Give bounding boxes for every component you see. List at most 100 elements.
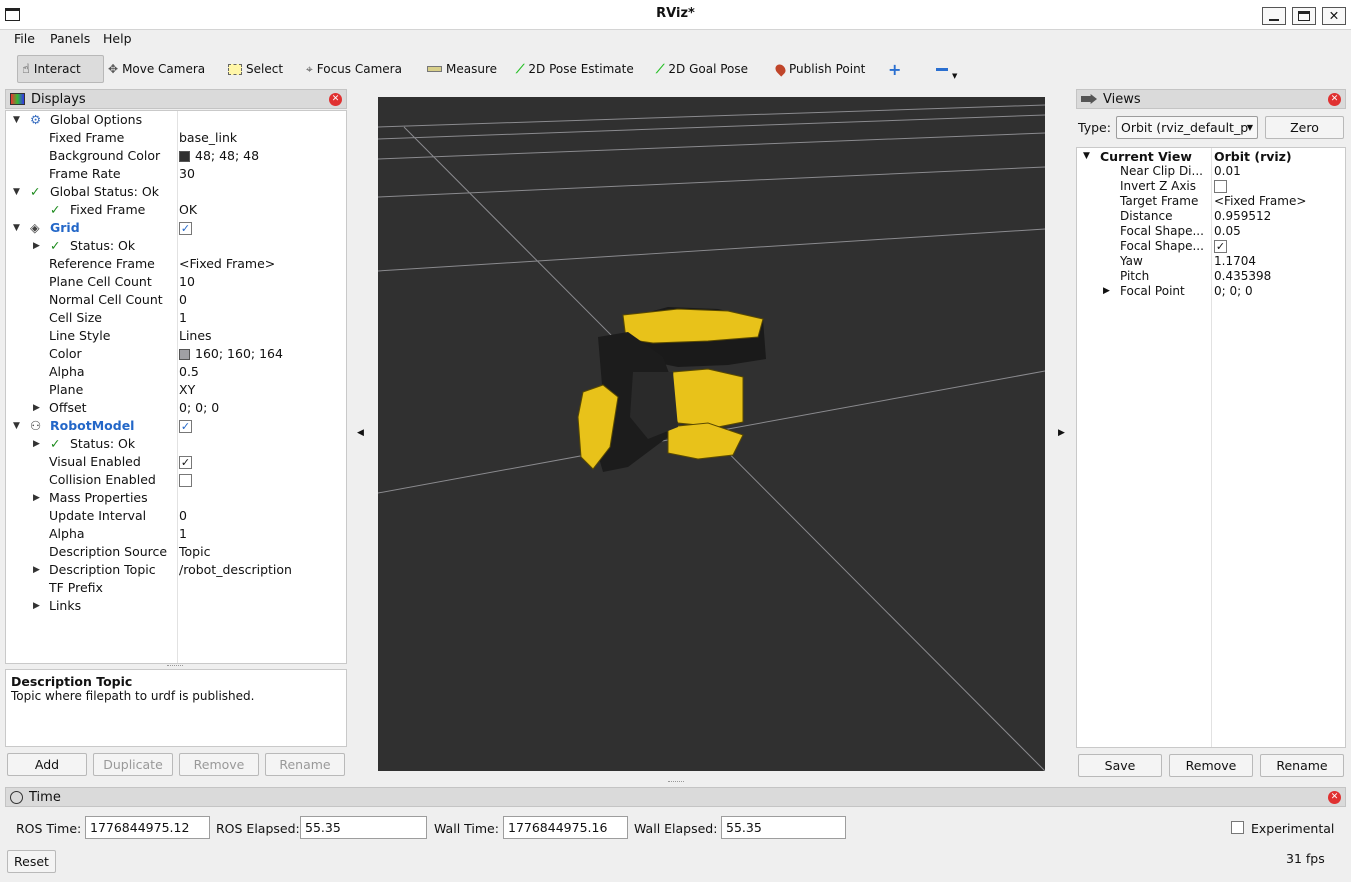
chevron-down-icon[interactable]: ▼: [13, 183, 20, 201]
view-row-value[interactable]: ✓: [1214, 239, 1227, 254]
ros-time-field[interactable]: 1776844975.12: [85, 816, 210, 839]
yaw-row[interactable]: Yaw 1.1704: [1077, 254, 1345, 269]
distance-row[interactable]: Distance 0.959512: [1077, 209, 1345, 224]
pitch-row[interactable]: Pitch 0.435398: [1077, 269, 1345, 284]
grid-alpha-row[interactable]: Alpha 0.5: [6, 363, 346, 381]
chevron-down-icon[interactable]: ▼: [13, 219, 20, 237]
global-options-row[interactable]: ▼ ⚙ Global Options: [6, 111, 346, 129]
focus-camera-tool[interactable]: ⌖ Focus Camera: [302, 55, 406, 83]
pose-estimate-tool[interactable]: ⟋ 2D Pose Estimate: [512, 55, 638, 83]
chevron-down-icon[interactable]: ▼: [13, 417, 20, 435]
enabled-checkbox[interactable]: [179, 474, 192, 487]
publish-point-tool[interactable]: Publish Point: [772, 55, 869, 83]
description-topic-row[interactable]: ▶ Description Topic/robot_description: [6, 561, 346, 579]
description-source-row[interactable]: Description Source Topic: [6, 543, 346, 561]
goal-pose-tool[interactable]: ⟋ 2D Goal Pose: [652, 55, 752, 83]
row-value[interactable]: Topic: [179, 543, 210, 561]
grid-color-row[interactable]: Color 160; 160; 164: [6, 345, 346, 363]
near-clip-row[interactable]: Near Clip Di... 0.01: [1077, 164, 1345, 179]
normal-cell-count-row[interactable]: Normal Cell Count 0: [6, 291, 346, 309]
remove-view-button[interactable]: Remove: [1169, 754, 1253, 777]
view-row-value[interactable]: 0.01: [1214, 164, 1241, 179]
enabled-checkbox[interactable]: ✓: [179, 420, 192, 433]
background-color-row[interactable]: Background Color 48; 48; 48: [6, 147, 346, 165]
collapse-left-arrow[interactable]: ◀: [357, 428, 364, 438]
close-time-button[interactable]: ✕: [1328, 791, 1341, 804]
enabled-checkbox[interactable]: ✓: [179, 456, 192, 469]
experimental-checkbox[interactable]: [1231, 821, 1244, 834]
close-window-button[interactable]: ✕: [1322, 7, 1346, 25]
view-row-value[interactable]: <Fixed Frame>: [1214, 194, 1306, 209]
focal-point-row[interactable]: ▶ Focal Point 0; 0; 0: [1077, 284, 1345, 299]
view-row-value[interactable]: 0.959512: [1214, 209, 1271, 224]
interact-tool[interactable]: ☝ Interact: [17, 55, 104, 83]
update-interval-row[interactable]: Update Interval 0: [6, 507, 346, 525]
collision-enabled-row[interactable]: Collision Enabled: [6, 471, 346, 489]
remove-display-button[interactable]: Remove: [179, 753, 259, 776]
fixed-frame-status-row[interactable]: ✓ Fixed Frame OK: [6, 201, 346, 219]
menu-panels[interactable]: Panels: [50, 31, 90, 46]
row-value[interactable]: 1: [179, 525, 187, 543]
current-view-row[interactable]: ▼ Current View Orbit (rviz): [1077, 149, 1345, 164]
fixed-frame-row[interactable]: Fixed Frame base_link: [6, 129, 346, 147]
row-value[interactable]: 1: [179, 309, 187, 327]
chevron-right-icon[interactable]: ▶: [1103, 284, 1110, 299]
view-row-value[interactable]: 0.435398: [1214, 269, 1271, 284]
row-value[interactable]: 0: [179, 291, 187, 309]
chevron-down-icon[interactable]: ▼: [13, 111, 20, 129]
wall-elapsed-field[interactable]: 55.35: [721, 816, 846, 839]
grid-display-row[interactable]: ▼ ◈ Grid ✓: [6, 219, 346, 237]
row-value[interactable]: ✓: [179, 453, 192, 471]
view-row-value[interactable]: [1214, 179, 1227, 194]
row-value[interactable]: ✓: [179, 417, 192, 435]
collapse-right-arrow[interactable]: ▶: [1058, 428, 1065, 438]
color-swatch[interactable]: [179, 349, 190, 360]
invert-z-row[interactable]: Invert Z Axis: [1077, 179, 1345, 194]
chevron-right-icon[interactable]: ▶: [33, 597, 40, 615]
view-type-select[interactable]: Orbit (rviz_default_p ▼: [1116, 116, 1258, 139]
view-row-value[interactable]: 0; 0; 0: [1214, 284, 1253, 299]
view-checkbox[interactable]: [1214, 180, 1227, 193]
row-value[interactable]: 160; 160; 164: [179, 345, 283, 363]
add-tool-button[interactable]: +: [884, 55, 905, 83]
robotmodel-status-row[interactable]: ▶ ✓ Status: Ok: [6, 435, 346, 453]
minimize-button[interactable]: [1262, 7, 1286, 25]
view-row-value[interactable]: 1.1704: [1214, 254, 1256, 269]
ros-elapsed-field[interactable]: 55.35: [300, 816, 427, 839]
focal-shape-size-row[interactable]: Focal Shape... 0.05: [1077, 224, 1345, 239]
links-row[interactable]: ▶ Links: [6, 597, 346, 615]
row-value[interactable]: base_link: [179, 129, 237, 147]
menu-help[interactable]: Help: [103, 31, 132, 46]
row-value[interactable]: 10: [179, 273, 195, 291]
zero-button[interactable]: Zero: [1265, 116, 1344, 139]
visual-enabled-row[interactable]: Visual Enabled ✓: [6, 453, 346, 471]
view-row-value[interactable]: 0.05: [1214, 224, 1241, 239]
row-value[interactable]: XY: [179, 381, 195, 399]
plane-row[interactable]: Plane XY: [6, 381, 346, 399]
reference-frame-row[interactable]: Reference Frame <Fixed Frame>: [6, 255, 346, 273]
row-value[interactable]: 0; 0; 0: [179, 399, 219, 417]
row-value[interactable]: /robot_description: [179, 561, 292, 579]
render-viewport[interactable]: [378, 97, 1045, 771]
menu-file[interactable]: File: [14, 31, 35, 46]
row-value[interactable]: 0: [179, 507, 187, 525]
row-value[interactable]: OK: [179, 201, 197, 219]
close-displays-button[interactable]: ✕: [329, 93, 342, 106]
row-value[interactable]: ✓: [179, 219, 192, 237]
chevron-right-icon[interactable]: ▶: [33, 237, 40, 255]
row-value[interactable]: [179, 471, 192, 489]
move-camera-tool[interactable]: ✥ Move Camera: [104, 55, 209, 83]
chevron-right-icon[interactable]: ▶: [33, 561, 40, 579]
chevron-right-icon[interactable]: ▶: [33, 399, 40, 417]
remove-tool-button[interactable]: ▼: [932, 55, 961, 83]
viewport-splitter-handle[interactable]: [668, 781, 684, 783]
save-view-button[interactable]: Save: [1078, 754, 1162, 777]
line-style-row[interactable]: Line Style Lines: [6, 327, 346, 345]
frame-rate-row[interactable]: Frame Rate 30: [6, 165, 346, 183]
reset-button[interactable]: Reset: [7, 850, 56, 873]
chevron-right-icon[interactable]: ▶: [33, 435, 40, 453]
target-frame-row[interactable]: Target Frame <Fixed Frame>: [1077, 194, 1345, 209]
duplicate-display-button[interactable]: Duplicate: [93, 753, 173, 776]
cell-size-row[interactable]: Cell Size 1: [6, 309, 346, 327]
add-display-button[interactable]: Add: [7, 753, 87, 776]
